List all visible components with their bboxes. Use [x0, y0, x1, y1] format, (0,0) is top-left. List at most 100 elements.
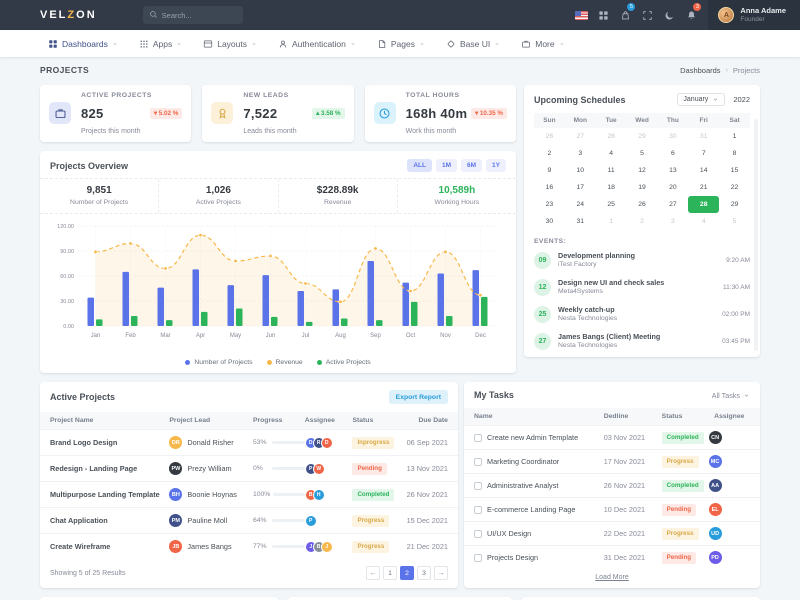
event-item[interactable]: 12 Design new UI and check sales Meta4Sy… [524, 274, 760, 301]
event-item[interactable]: 27 James Bangs (Client) Meeting Nesta Te… [524, 328, 760, 355]
calendar-day[interactable]: 30 [534, 213, 565, 230]
calendar-day[interactable]: 15 [719, 162, 750, 179]
legend-item[interactable]: Revenue [267, 359, 303, 366]
event-item[interactable]: 09 Development planning iTest Factory 9:… [524, 247, 760, 274]
calendar-day[interactable]: 4 [688, 213, 719, 230]
assignee-avatars: P [305, 515, 353, 527]
month-select[interactable]: January [677, 93, 725, 106]
pagination-page-2[interactable]: 2 [400, 566, 414, 580]
calendar-day[interactable]: 31 [565, 213, 596, 230]
calendar-day[interactable]: 27 [565, 128, 596, 145]
calendar-day[interactable]: 5 [627, 145, 658, 162]
export-report-button[interactable]: Export Report [389, 390, 448, 404]
calendar-day[interactable]: 26 [627, 196, 658, 213]
due-date: 06 Sep 2021 [396, 438, 448, 447]
scrollbar-track[interactable] [754, 119, 758, 351]
calendar-day[interactable]: 6 [657, 145, 688, 162]
range-button-all[interactable]: ALL [407, 159, 432, 172]
task-checkbox[interactable] [474, 458, 482, 466]
calendar-day[interactable]: 19 [627, 179, 658, 196]
calendar-day[interactable]: 20 [657, 179, 688, 196]
calendar-day[interactable]: 2 [627, 213, 658, 230]
cart-button[interactable]: 5 [614, 0, 636, 30]
language-flag-button[interactable] [570, 0, 592, 30]
task-checkbox[interactable] [474, 554, 482, 562]
pagination-prev[interactable]: ← [366, 566, 380, 580]
calendar-day[interactable]: 21 [688, 179, 719, 196]
task-checkbox[interactable] [474, 530, 482, 538]
pagination-page-1[interactable]: 1 [383, 566, 397, 580]
dark-mode-button[interactable] [658, 0, 680, 30]
calendar-day[interactable]: 30 [657, 128, 688, 145]
fullscreen-button[interactable] [636, 0, 658, 30]
nav-item-pages[interactable]: Pages [377, 38, 425, 49]
calendar-day[interactable]: 28 [596, 128, 627, 145]
nav-item-label: Authentication [292, 39, 346, 49]
calendar-day[interactable]: 29 [719, 196, 750, 213]
calendar-day[interactable]: 18 [596, 179, 627, 196]
event-organization: Meta4Systems [558, 288, 664, 297]
task-checkbox[interactable] [474, 434, 482, 442]
calendar-day[interactable]: 26 [534, 128, 565, 145]
due-date: 26 Nov 2021 [396, 490, 448, 499]
task-assignee: CN [709, 431, 750, 444]
event-organization: iTest Factory [558, 261, 635, 270]
calendar-day[interactable]: 31 [688, 128, 719, 145]
calendar-day[interactable]: 23 [534, 196, 565, 213]
calendar-day[interactable]: 13 [657, 162, 688, 179]
nav-item-more[interactable]: More [521, 38, 564, 49]
notifications-button[interactable]: 3 [680, 0, 702, 30]
calendar-day[interactable]: 7 [688, 145, 719, 162]
range-button-1m[interactable]: 1M [436, 159, 457, 172]
calendar-day[interactable]: 24 [565, 196, 596, 213]
calendar-day[interactable]: 12 [627, 162, 658, 179]
calendar-day[interactable]: 1 [719, 128, 750, 145]
calendar-day[interactable]: 2 [534, 145, 565, 162]
calendar-day[interactable]: 3 [565, 145, 596, 162]
calendar-day[interactable]: 25 [596, 196, 627, 213]
breadcrumb-item[interactable]: Dashboards [680, 66, 720, 75]
calendar-day-selected[interactable]: 28 [688, 196, 719, 213]
calendar-day[interactable]: 29 [627, 128, 658, 145]
load-more-link[interactable]: Load More [595, 574, 628, 581]
nav-item-apps[interactable]: Apps [139, 38, 182, 49]
calendar-day[interactable]: 16 [534, 179, 565, 196]
search-input[interactable] [162, 11, 237, 20]
legend-item[interactable]: Number of Projects [185, 359, 252, 366]
calendar-day[interactable]: 22 [719, 179, 750, 196]
event-item[interactable]: 25 Weekly catch-up Nesta Technologies 02… [524, 301, 760, 328]
nav-item-authentication[interactable]: Authentication [278, 38, 356, 49]
tasks-filter-dropdown[interactable]: All Tasks [712, 391, 750, 400]
calendar-day[interactable]: 3 [657, 213, 688, 230]
nav-item-base-ui[interactable]: Base UI [446, 38, 500, 49]
app-logo[interactable]: VELZON [40, 9, 97, 21]
calendar-day[interactable]: 17 [565, 179, 596, 196]
calendar-day[interactable]: 9 [534, 162, 565, 179]
calendar-day[interactable]: 10 [565, 162, 596, 179]
calendar-day[interactable]: 11 [596, 162, 627, 179]
task-checkbox[interactable] [474, 506, 482, 514]
pagination-next[interactable]: → [434, 566, 448, 580]
calendar-day[interactable]: 27 [657, 196, 688, 213]
calendar-day[interactable]: 14 [688, 162, 719, 179]
events-title: EVENTS: [534, 238, 750, 245]
breadcrumb-item[interactable]: Projects [733, 66, 760, 75]
pagination-page-3[interactable]: 3 [417, 566, 431, 580]
nav-item-dashboards[interactable]: Dashboards [48, 38, 118, 49]
range-button-6m[interactable]: 6M [461, 159, 482, 172]
calendar-day[interactable]: 1 [596, 213, 627, 230]
calendar-day[interactable]: 8 [719, 145, 750, 162]
calendar-day[interactable]: 5 [719, 213, 750, 230]
apps-grid-button[interactable] [592, 0, 614, 30]
task-name: Administrative Analyst [487, 481, 558, 490]
user-menu[interactable]: A Anna Adame Founder [708, 0, 800, 30]
nav-item-label: Dashboards [62, 39, 108, 49]
range-button-1y[interactable]: 1Y [486, 159, 506, 172]
legend-item[interactable]: Active Projects [317, 359, 371, 366]
task-deadline: 26 Nov 2021 [604, 481, 662, 490]
task-deadline: 17 Nov 2021 [604, 457, 662, 466]
nav-item-layouts[interactable]: Layouts [203, 38, 257, 49]
calendar-day[interactable]: 4 [596, 145, 627, 162]
task-checkbox[interactable] [474, 482, 482, 490]
progress-cell: 53% [253, 439, 305, 446]
